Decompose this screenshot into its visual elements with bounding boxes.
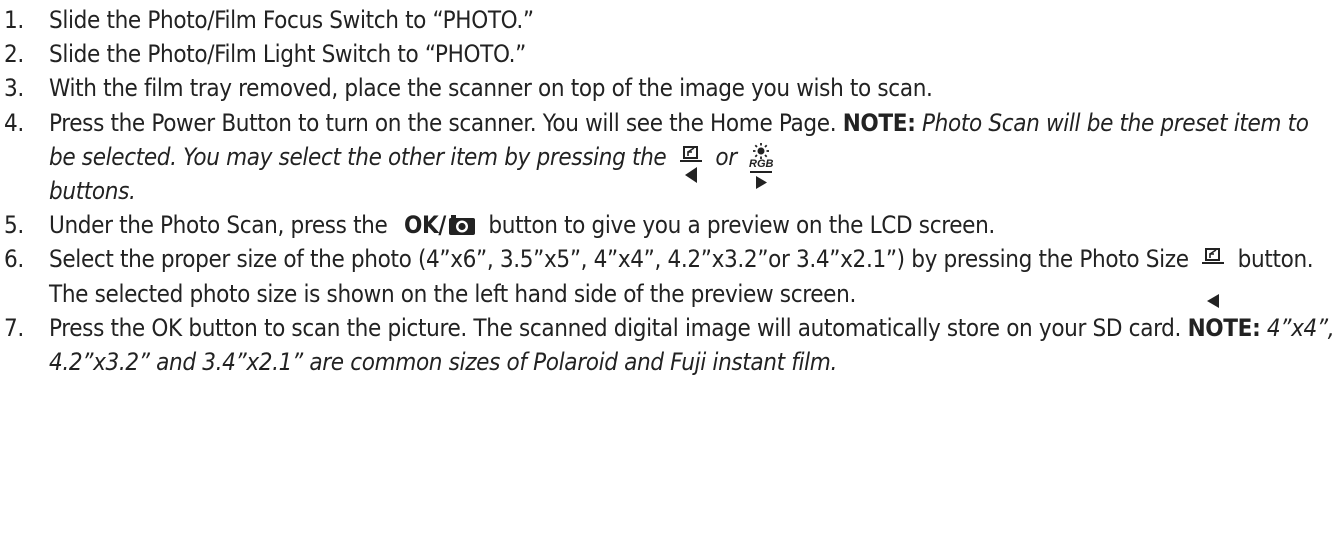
step-text: Select the proper size of the photo (4”x… <box>49 245 1196 274</box>
step-text: Press the Power Button to turn on the sc… <box>49 108 843 137</box>
photo-size-left-arrow-icon <box>677 145 705 183</box>
step-5: 5. Under the Photo Scan, press the OK/ b… <box>0 208 1339 242</box>
instructions-page: 1. Slide the Photo/Film Focus Switch to … <box>0 0 1339 552</box>
step-number: 5. <box>4 211 24 240</box>
step-text: button to give you a preview on the LCD … <box>481 211 995 240</box>
camera-icon <box>448 215 475 236</box>
step-text: With the film tray removed, place the sc… <box>49 74 933 103</box>
step-number: 6. <box>4 245 24 274</box>
step-2: 2. Slide the Photo/Film Light Switch to … <box>0 37 1339 71</box>
step-number: 1. <box>4 6 24 34</box>
step-text: Slide the Photo/Film Focus Switch to “PH… <box>49 6 534 34</box>
step-text: Slide the Photo/Film Light Switch to “PH… <box>49 40 526 69</box>
step-number: 3. <box>4 74 24 103</box>
step-text: Press the OK button to scan the picture.… <box>49 313 1188 342</box>
step-text: Under the Photo Scan, press the <box>49 211 394 240</box>
ok-camera-button-label: OK/ <box>404 208 476 242</box>
note-label: NOTE: <box>842 108 916 137</box>
step-3: 3. With the film tray removed, place the… <box>0 71 1339 105</box>
photo-scan-steps: 1. Slide the Photo/Film Focus Switch to … <box>0 3 1339 379</box>
step-number: 4. <box>4 108 24 137</box>
step-6: 6. Select the proper size of the photo (… <box>0 242 1339 310</box>
light-rgb-right-arrow-icon: RGB <box>747 142 775 189</box>
step-number: 2. <box>4 40 24 69</box>
step-7: 7. Press the OK button to scan the pictu… <box>0 311 1339 379</box>
photo-size-left-arrow-icon <box>1199 247 1227 309</box>
note-label: NOTE: <box>1187 313 1261 342</box>
step-1: 1. Slide the Photo/Film Focus Switch to … <box>0 3 1339 37</box>
step-number: 7. <box>4 313 24 342</box>
step-4: 4. Press the Power Button to turn on the… <box>0 106 1339 209</box>
